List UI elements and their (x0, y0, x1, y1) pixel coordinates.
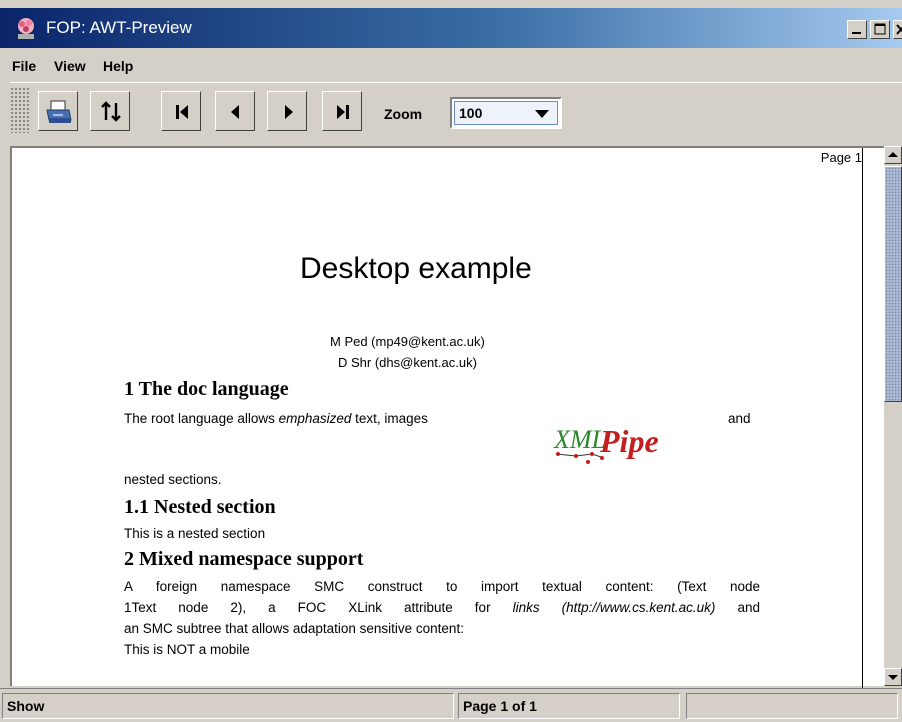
author-line: D Shr (dhs@kent.ac.uk) (338, 355, 477, 370)
menu-bar: File View Help (0, 48, 902, 82)
minimize-icon (852, 32, 861, 34)
close-button[interactable] (893, 20, 902, 39)
next-page-icon (285, 105, 293, 119)
document-title: Desktop example (300, 252, 532, 285)
author-line: M Ped (mp49@kent.ac.uk) (330, 334, 485, 349)
emphasized-text: emphasized (278, 411, 352, 426)
status-message: Show (2, 693, 454, 719)
paragraph: The root language allows emphasized text… (124, 411, 428, 426)
menu-file[interactable]: File (12, 58, 36, 74)
zoom-label: Zoom (384, 106, 423, 122)
reload-icon (101, 101, 121, 122)
text-run: The root language allows (124, 411, 279, 426)
logo-text-pipe: Pipe (599, 423, 659, 459)
scrollbar-thumb[interactable] (884, 166, 902, 402)
paragraph-line: This is NOT a mobile (124, 642, 250, 657)
title-bar[interactable]: FOP: AWT-Preview (0, 8, 902, 48)
fop-app-icon (14, 16, 38, 40)
page-edge (862, 148, 863, 688)
status-extra (686, 693, 898, 719)
menu-view[interactable]: View (54, 58, 86, 74)
zoom-value: 100 (459, 105, 483, 121)
zoom-select[interactable]: 100 (450, 97, 562, 129)
previous-page-icon (231, 105, 239, 119)
toolbar: Zoom 100 (10, 82, 902, 142)
paragraph: This is a nested section (124, 526, 266, 541)
paragraph-line: A foreign namespace SMC construct to imp… (124, 579, 760, 594)
text-run: nested sections. (124, 472, 222, 487)
last-page-button[interactable] (322, 91, 362, 131)
toolbar-grip[interactable] (10, 87, 30, 133)
section-heading: 1.1 Nested section (124, 496, 276, 518)
paragraph-line: an SMC subtree that allows adaptation se… (124, 621, 464, 636)
chevron-down-icon[interactable] (535, 110, 549, 118)
zoom-select-field[interactable]: 100 (454, 101, 558, 125)
arrow-up-icon (888, 152, 898, 157)
document-viewport[interactable]: Page 1 Desktop example M Ped (mp49@kent.… (10, 146, 884, 688)
status-bar: Show Page 1 of 1 (0, 688, 902, 722)
status-page-info: Page 1 of 1 (458, 693, 680, 719)
text-run: 1Text node 2), a FOC XLink attribute for (124, 600, 513, 615)
maximize-button[interactable] (870, 20, 890, 39)
minimize-button[interactable] (847, 20, 867, 39)
logo-text-xml: XML (553, 425, 606, 454)
scroll-down-button[interactable] (884, 668, 902, 686)
maximize-icon (874, 23, 886, 35)
first-page-button[interactable] (161, 91, 201, 131)
reload-button[interactable] (90, 91, 130, 131)
section-heading: 1 The doc language (124, 378, 289, 400)
text-run: and (728, 411, 751, 426)
xmlpipe-logo-image: XML Pipe (553, 423, 659, 464)
scroll-up-button[interactable] (884, 146, 902, 164)
print-icon (46, 100, 72, 123)
fop-window: FOP: AWT-Preview File View Help Zoom 100… (0, 0, 902, 722)
previous-page-button[interactable] (215, 91, 255, 131)
section-heading: 2 Mixed namespace support (124, 548, 364, 570)
page-number-label: Page 1 (820, 150, 862, 165)
arrow-down-icon (888, 675, 898, 680)
first-page-icon (176, 105, 188, 119)
print-button[interactable] (38, 91, 78, 131)
close-icon (896, 24, 902, 35)
paragraph-line: 1Text node 2), a FOC XLink attribute for… (124, 600, 760, 615)
text-run: and (715, 600, 760, 615)
text-run: text, images (351, 411, 428, 426)
hyperlink[interactable]: links (http://www.cs.kent.ac.uk) (513, 600, 716, 615)
menu-help[interactable]: Help (103, 58, 133, 74)
window-title: FOP: AWT-Preview (46, 18, 192, 37)
next-page-button[interactable] (267, 91, 307, 131)
vertical-scrollbar[interactable] (884, 146, 902, 686)
last-page-icon (337, 105, 349, 119)
